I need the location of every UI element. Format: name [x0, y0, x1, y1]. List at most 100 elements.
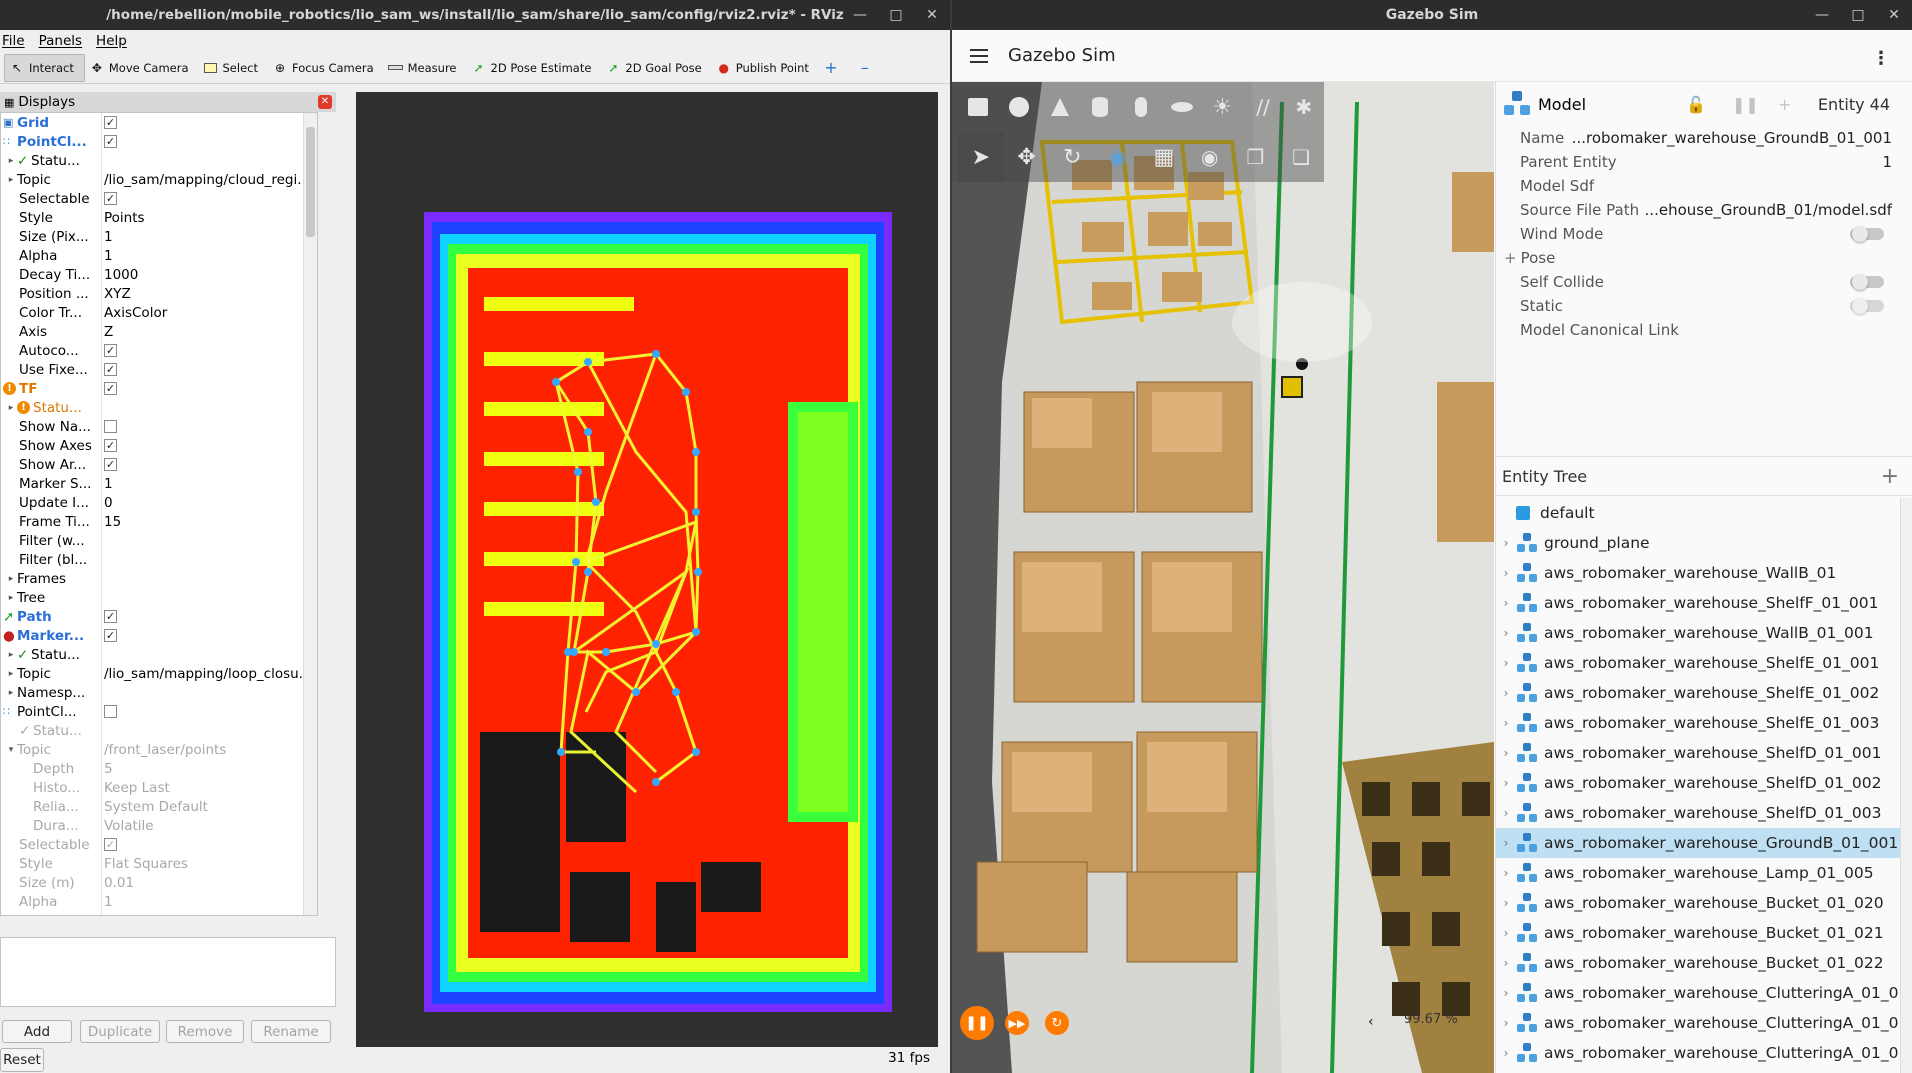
expand-arrow-icon[interactable]: ▸: [5, 175, 17, 185]
display-tree-row[interactable]: Frame Ti... 15: [1, 512, 317, 531]
entity-tree-row[interactable]: › aws_robomaker_warehouse_ShelfE_01_003: [1496, 708, 1901, 738]
add-entity-icon[interactable]: +: [1881, 464, 1899, 489]
chevron-right-icon[interactable]: ›: [1496, 1016, 1516, 1030]
display-property-value[interactable]: Flat Squares: [104, 856, 188, 872]
move-camera-tool[interactable]: ✥ Move Camera: [85, 54, 199, 82]
display-property-value[interactable]: System Default: [104, 799, 208, 815]
display-tree-row[interactable]: Relia... System Default: [1, 797, 317, 816]
display-property-value[interactable]: 1: [104, 248, 113, 264]
display-property-value[interactable]: Points: [104, 210, 145, 226]
chevron-right-icon[interactable]: ›: [1496, 686, 1516, 700]
entity-tree-row[interactable]: › aws_robomaker_warehouse_WallB_01: [1496, 558, 1901, 588]
entity-tree-row[interactable]: › aws_robomaker_warehouse_ShelfE_01_001: [1496, 648, 1901, 678]
display-tree-row[interactable]: Show Axes ✓: [1, 436, 317, 455]
display-property-value[interactable]: /lio_sam/mapping/cloud_regi...: [104, 172, 310, 188]
display-checkbox[interactable]: ✓: [104, 838, 117, 851]
chevron-right-icon[interactable]: ›: [1496, 986, 1516, 1000]
display-tree-row[interactable]: Autoco... ✓: [1, 341, 317, 360]
display-tree-row[interactable]: ▸! Statu...: [1, 398, 317, 417]
grid-snap-icon[interactable]: ▦: [1141, 132, 1187, 182]
display-tree-row[interactable]: ✓ Statu...: [1, 721, 317, 740]
display-tree-row[interactable]: ➚ Path ✓: [1, 607, 317, 626]
display-property-value[interactable]: Z: [104, 324, 113, 340]
box-shape-icon[interactable]: [958, 82, 999, 132]
display-property-value[interactable]: /lio_sam/mapping/loop_closu...: [104, 666, 312, 682]
interact-tool[interactable]: ↖ Interact: [4, 53, 85, 82]
chevron-right-icon[interactable]: ›: [1496, 746, 1516, 760]
tree-scrollbar[interactable]: [303, 113, 317, 915]
display-checkbox[interactable]: ✓: [104, 439, 117, 452]
chevron-right-icon[interactable]: ›: [1496, 566, 1516, 580]
paste-icon[interactable]: ❏: [1278, 132, 1324, 182]
prop-model-sdf[interactable]: Model Sdf: [1496, 174, 1912, 198]
entity-tree-row[interactable]: › aws_robomaker_warehouse_WallB_01_001: [1496, 618, 1901, 648]
expand-arrow-icon[interactable]: ▸: [5, 669, 17, 679]
chevron-right-icon[interactable]: ›: [1496, 806, 1516, 820]
display-tree-row[interactable]: Decay Ti... 1000: [1, 265, 317, 284]
display-tree-row[interactable]: ▸ ✓ Statu...: [1, 151, 317, 170]
expand-arrow-icon[interactable]: ▸: [5, 574, 17, 584]
expand-arrow-icon[interactable]: ▸: [5, 156, 17, 166]
display-tree-row[interactable]: Axis Z: [1, 322, 317, 341]
directional-light-icon[interactable]: ∕∕: [1243, 82, 1284, 132]
gazebo-3d-scene[interactable]: ☀ ∕∕ ✱ ➤ ✥ ↻ ◉ ▦ ◉ ❐ ❏ ❚❚ ▶▶ ↻ ‹ 99.67 %: [952, 82, 1494, 1073]
kebab-menu-icon[interactable]: ⋮: [1872, 48, 1890, 69]
display-tree-row[interactable]: ∷ PointCl... ✓: [1, 132, 317, 151]
reset-button[interactable]: Reset: [0, 1048, 44, 1072]
entity-tree-row[interactable]: › aws_robomaker_warehouse_ClutteringA_01_…: [1496, 1038, 1901, 1068]
measure-tool[interactable]: Measure: [384, 54, 467, 82]
entity-tree-row[interactable]: › aws_robomaker_warehouse_Bucket_01_020: [1496, 888, 1901, 918]
pose-estimate-tool[interactable]: ➚ 2D Pose Estimate: [467, 54, 602, 82]
display-property-value[interactable]: 1000: [104, 267, 138, 283]
display-tree-row[interactable]: ▸ Topic/lio_sam/mapping/cloud_regi...: [1, 170, 317, 189]
entity-tree-scrollbar[interactable]: [1900, 498, 1912, 1073]
spot-light-icon[interactable]: ✱: [1283, 82, 1324, 132]
chevron-right-icon[interactable]: ›: [1496, 866, 1516, 880]
display-tree-row[interactable]: Show Ar... ✓: [1, 455, 317, 474]
display-property-value[interactable]: 0: [104, 913, 113, 916]
display-tree-row[interactable]: ▸ Namesp...: [1, 683, 317, 702]
chevron-right-icon[interactable]: ›: [1496, 626, 1516, 640]
expand-plus-icon[interactable]: +: [1504, 249, 1517, 267]
remove-button[interactable]: Remove: [166, 1020, 244, 1043]
add-component-icon[interactable]: +: [1778, 95, 1791, 114]
display-tree-row[interactable]: Position ... XYZ: [1, 284, 317, 303]
display-property-value[interactable]: AxisColor: [104, 305, 167, 321]
display-checkbox[interactable]: ✓: [104, 135, 117, 148]
add-button[interactable]: Add: [2, 1020, 72, 1043]
camera-screenshot-icon[interactable]: ◉: [1187, 132, 1233, 182]
menu-panels[interactable]: Panels: [39, 33, 82, 49]
display-checkbox[interactable]: ✓: [104, 610, 117, 623]
ellipsoid-shape-icon[interactable]: [1161, 82, 1202, 132]
display-tree-row[interactable]: Size (Pix... 1: [1, 227, 317, 246]
chevron-right-icon[interactable]: ›: [1496, 896, 1516, 910]
reset-sim-button[interactable]: ↻: [1040, 1006, 1074, 1040]
display-tree-row[interactable]: ∷ PointCl...: [1, 702, 317, 721]
cylinder-shape-icon[interactable]: [1080, 82, 1121, 132]
display-checkbox[interactable]: ✓: [104, 382, 117, 395]
entity-tree-row[interactable]: › aws_robomaker_warehouse_ClutteringA_01_…: [1496, 978, 1901, 1008]
display-tree-row[interactable]: ▸ Topic/lio_sam/mapping/loop_closu...: [1, 664, 317, 683]
display-tree-row[interactable]: Use Fixe... ✓: [1, 360, 317, 379]
expand-arrow-icon[interactable]: ▸: [5, 593, 17, 603]
display-property-value[interactable]: 15: [104, 514, 121, 530]
display-checkbox[interactable]: ✓: [104, 458, 117, 471]
prop-pose[interactable]: + Pose: [1496, 246, 1912, 270]
display-tree-row[interactable]: Show Na...: [1, 417, 317, 436]
display-property-value[interactable]: Volatile: [104, 818, 154, 834]
display-tree-row[interactable]: ▾ Topic/front_laser/points: [1, 740, 317, 759]
entity-tree-row[interactable]: › aws_robomaker_warehouse_ClutteringA_01_…: [1496, 1008, 1901, 1038]
display-tree-row[interactable]: Alpha 1: [1, 892, 317, 911]
display-tree-row[interactable]: Dura... Volatile: [1, 816, 317, 835]
entity-tree-row[interactable]: › aws_robomaker_warehouse_ShelfD_01_003: [1496, 798, 1901, 828]
sun-light-icon[interactable]: ☀: [1202, 82, 1243, 132]
display-tree-row[interactable]: ▸ Tree: [1, 588, 317, 607]
lock-icon[interactable]: 🔓: [1686, 95, 1706, 114]
translate-icon[interactable]: ✥: [1004, 132, 1050, 182]
entity-tree-row[interactable]: › aws_robomaker_warehouse_GroundB_01_001: [1496, 828, 1901, 858]
display-property-value[interactable]: 0.01: [104, 875, 134, 891]
duplicate-button[interactable]: Duplicate: [80, 1020, 160, 1043]
sphere-shape-icon[interactable]: [999, 82, 1040, 132]
select-tool[interactable]: Select: [199, 54, 268, 82]
capsule-shape-icon[interactable]: [1121, 82, 1162, 132]
